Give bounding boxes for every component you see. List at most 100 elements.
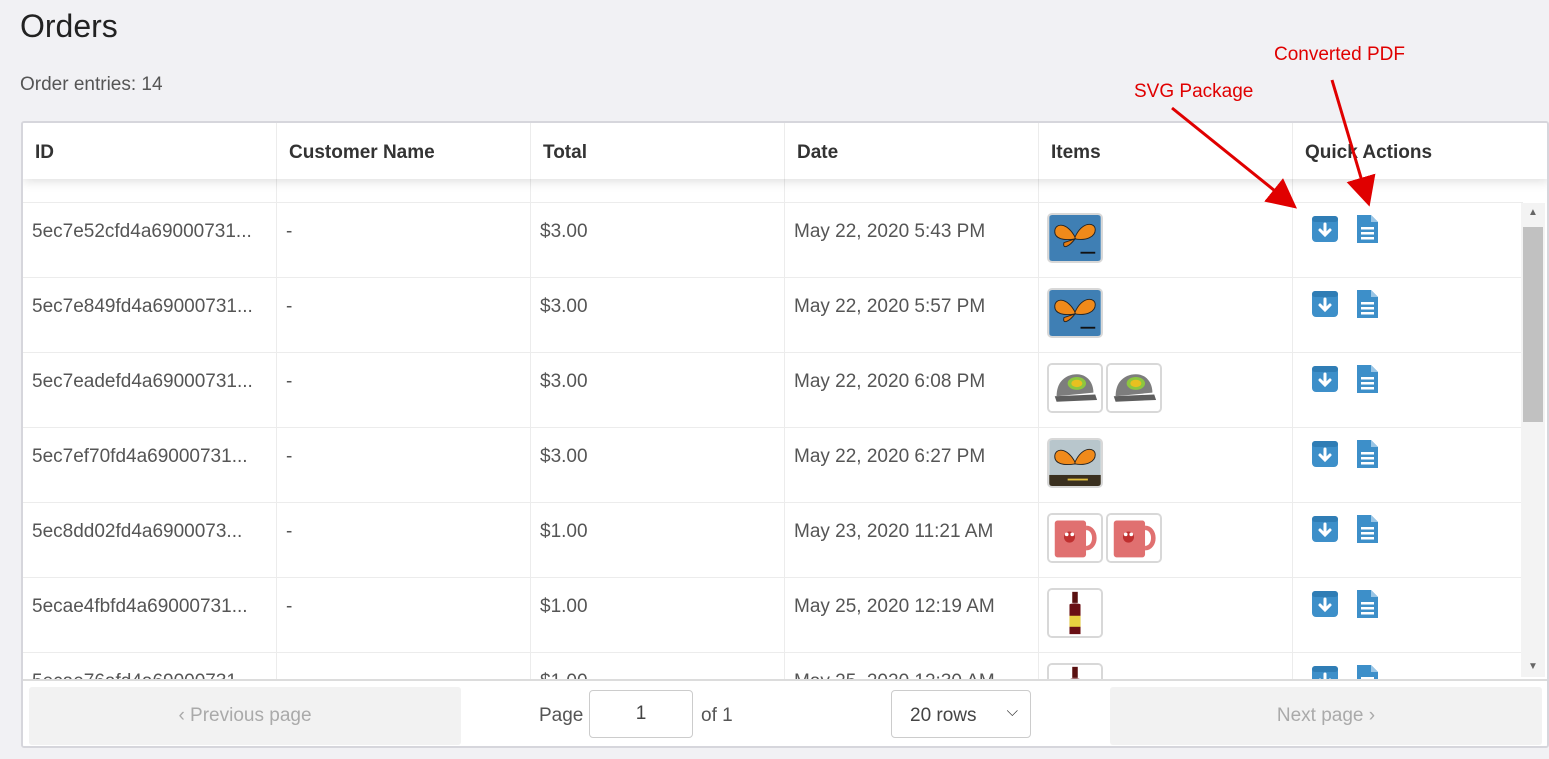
- wine-bottle-icon[interactable]: [1047, 663, 1103, 679]
- table-row[interactable]: 5ec7eadefd4a69000731... - $3.00 May 22, 202…: [23, 353, 1523, 428]
- next-page-button[interactable]: Next page ›: [1110, 687, 1542, 745]
- cell-total: $3.00: [531, 278, 785, 352]
- cell-total: $1.00: [531, 578, 785, 652]
- cell-quick-actions: [1293, 503, 1523, 577]
- cell-order-id: 5ec8dd02fd4a6900073...: [23, 503, 277, 577]
- download-box-icon[interactable]: [1311, 364, 1339, 394]
- cell-items: [1039, 653, 1293, 679]
- previous-page-button[interactable]: ‹ Previous page: [29, 687, 461, 745]
- column-header-items[interactable]: Items: [1039, 123, 1293, 179]
- cell-order-id: 5ecae76afd4a69000731...: [23, 653, 277, 679]
- table-spacer-row: [23, 179, 1523, 203]
- cell-total: $1.00: [531, 503, 785, 577]
- cell-date: May 25, 2020 12:30 AM: [785, 653, 1039, 679]
- butterfly-photo-icon[interactable]: [1047, 438, 1103, 488]
- cell-quick-actions: [1293, 428, 1523, 502]
- download-box-icon[interactable]: [1311, 589, 1339, 619]
- document-icon[interactable]: [1353, 439, 1381, 469]
- annotation-converted-pdf: Converted PDF: [1274, 44, 1405, 65]
- wine-bottle-icon[interactable]: [1047, 588, 1103, 638]
- rows-per-page-value: 20 rows: [910, 705, 977, 726]
- column-header-id[interactable]: ID: [23, 123, 277, 179]
- download-box-icon[interactable]: [1311, 439, 1339, 469]
- mug-icon[interactable]: [1047, 513, 1103, 563]
- table-row[interactable]: 5ec7e849fd4a69000731... - $3.00 May 22, 202…: [23, 278, 1523, 353]
- page-number-input[interactable]: [589, 690, 693, 738]
- spacer-cell: [277, 179, 531, 202]
- table-body: 5ec7e52cfd4a69000731... - $3.00 May 22, 202…: [23, 179, 1523, 679]
- cell-total: $3.00: [531, 203, 785, 277]
- orders-table: ID Customer Name Total Date Items Quick …: [21, 121, 1549, 748]
- spacer-cell: [23, 179, 277, 202]
- cell-items: [1039, 578, 1293, 652]
- cell-items: [1039, 428, 1293, 502]
- cell-quick-actions: [1293, 578, 1523, 652]
- mug-icon[interactable]: [1106, 513, 1162, 563]
- scroll-thumb[interactable]: [1523, 227, 1543, 422]
- chevron-down-icon: ⌵: [1006, 703, 1018, 720]
- cell-items: [1039, 278, 1293, 352]
- scroll-up-arrow-icon[interactable]: ▲: [1521, 205, 1545, 221]
- spacer-cell: [531, 179, 785, 202]
- document-icon[interactable]: [1353, 514, 1381, 544]
- cell-order-id: 5ecae4fbfd4a69000731...: [23, 578, 277, 652]
- document-icon[interactable]: [1353, 289, 1381, 319]
- page-label: Page: [539, 705, 584, 726]
- cell-date: May 22, 2020 6:08 PM: [785, 353, 1039, 427]
- cell-date: May 22, 2020 6:27 PM: [785, 428, 1039, 502]
- download-box-icon[interactable]: [1311, 289, 1339, 319]
- cell-date: May 22, 2020 5:57 PM: [785, 278, 1039, 352]
- download-box-icon[interactable]: [1311, 664, 1339, 679]
- column-header-quick-actions[interactable]: Quick Actions: [1293, 123, 1547, 179]
- cell-order-id: 5ec7e52cfd4a69000731...: [23, 203, 277, 277]
- cell-total: $3.00: [531, 353, 785, 427]
- butterfly-poster-icon[interactable]: [1047, 213, 1103, 263]
- table-row[interactable]: 5ecae76afd4a69000731...-$1.00May 25, 202…: [23, 653, 1523, 679]
- table-row[interactable]: 5ecae4fbfd4a69000731... - $1.00 May 25, 202…: [23, 578, 1523, 653]
- table-row[interactable]: 5ec7ef70fd4a69000731... - $3.00 May 22, 202…: [23, 428, 1523, 503]
- cell-customer-name: -: [277, 353, 531, 427]
- cell-date: May 22, 2020 5:43 PM: [785, 203, 1039, 277]
- table-row[interactable]: 5ec7e52cfd4a69000731... - $3.00 May 22, 202…: [23, 203, 1523, 278]
- cell-order-id: 5ec7ef70fd4a69000731...: [23, 428, 277, 502]
- column-header-customer-name[interactable]: Customer Name: [277, 123, 531, 179]
- scroll-down-arrow-icon[interactable]: ▼: [1521, 659, 1545, 675]
- spacer-cell: [1039, 179, 1293, 202]
- cell-customer-name: -: [277, 653, 531, 679]
- cell-total: $1.00: [531, 653, 785, 679]
- annotation-svg-package: SVG Package: [1134, 81, 1254, 102]
- cell-items: [1039, 353, 1293, 427]
- cap-icon[interactable]: [1047, 363, 1103, 413]
- rows-per-page-select[interactable]: 20 rows ⌵: [891, 690, 1031, 738]
- document-icon[interactable]: [1353, 589, 1381, 619]
- order-entries-count: Order entries: 14: [20, 74, 163, 95]
- cell-quick-actions: [1293, 353, 1523, 427]
- pagination-bar: ‹ Previous page Page of 1 20 rows ⌵ Next…: [23, 679, 1547, 746]
- cell-items: [1039, 503, 1293, 577]
- cell-customer-name: -: [277, 278, 531, 352]
- document-icon[interactable]: [1353, 214, 1381, 244]
- cell-order-id: 5ec7e849fd4a69000731...: [23, 278, 277, 352]
- cell-items: [1039, 203, 1293, 277]
- table-row[interactable]: 5ec8dd02fd4a6900073... - $1.00 May 23, 2020…: [23, 503, 1523, 578]
- cell-date: May 23, 2020 11:21 AM: [785, 503, 1039, 577]
- page-total-label: of 1: [701, 705, 733, 726]
- cell-customer-name: -: [277, 428, 531, 502]
- document-icon[interactable]: [1353, 664, 1381, 679]
- column-header-total[interactable]: Total: [531, 123, 785, 179]
- table-header: ID Customer Name Total Date Items Quick …: [23, 123, 1547, 179]
- cell-customer-name: -: [277, 578, 531, 652]
- download-box-icon[interactable]: [1311, 214, 1339, 244]
- butterfly-poster-icon[interactable]: [1047, 288, 1103, 338]
- cell-customer-name: -: [277, 503, 531, 577]
- cell-quick-actions: [1293, 278, 1523, 352]
- cell-customer-name: -: [277, 203, 531, 277]
- cell-quick-actions: [1293, 653, 1523, 679]
- cap-icon[interactable]: [1106, 363, 1162, 413]
- table-scrollbar[interactable]: ▲ ▼: [1521, 203, 1545, 677]
- document-icon[interactable]: [1353, 364, 1381, 394]
- cell-total: $3.00: [531, 428, 785, 502]
- cell-date: May 25, 2020 12:19 AM: [785, 578, 1039, 652]
- download-box-icon[interactable]: [1311, 514, 1339, 544]
- column-header-date[interactable]: Date: [785, 123, 1039, 179]
